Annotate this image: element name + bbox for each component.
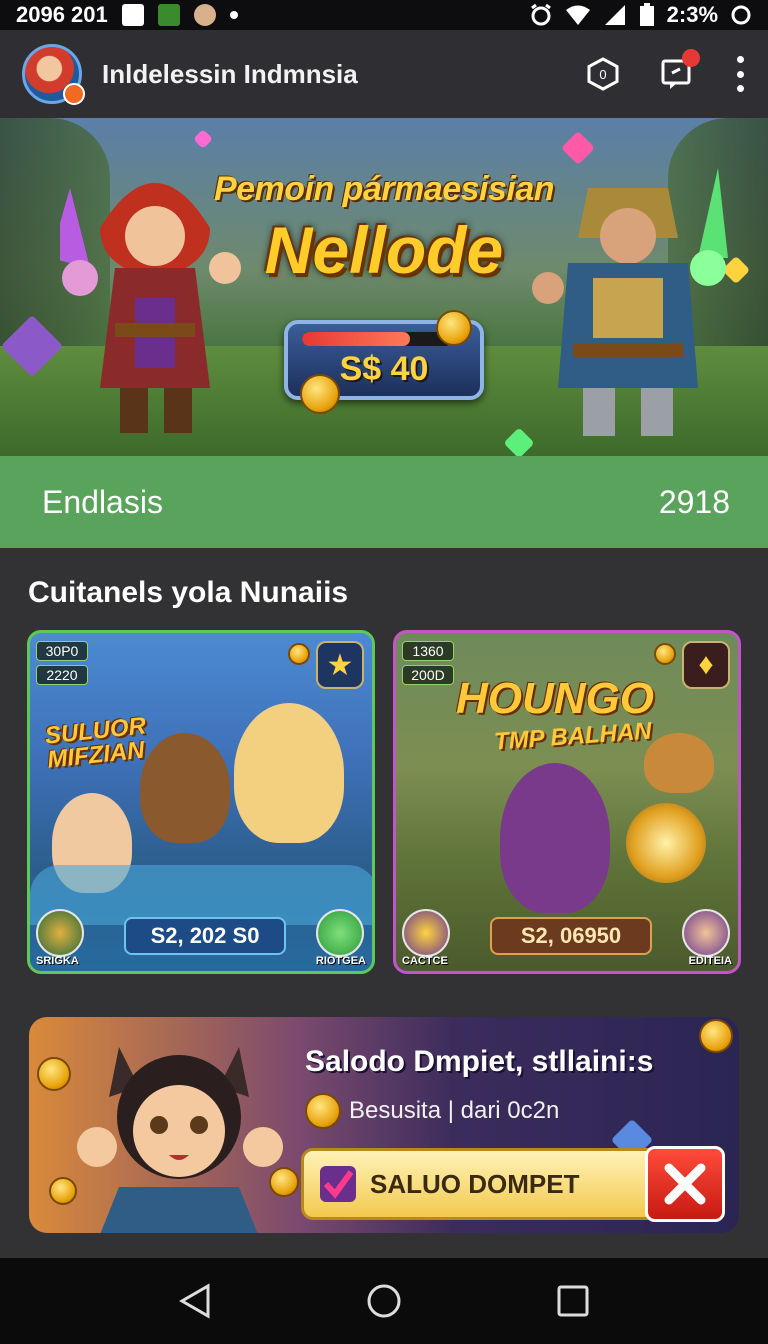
level-badge-icon (63, 83, 85, 105)
app-title: Inldelessin Indmnsia (102, 58, 358, 89)
status-bar: 2096 201 2:3% (0, 0, 768, 30)
more-dot-icon (736, 85, 744, 92)
home-button[interactable] (362, 1279, 406, 1323)
card-price: S2, 06950 (490, 917, 652, 955)
hero-progress-fill (302, 332, 410, 346)
hex-badge-count: 0 (599, 67, 606, 82)
close-icon (664, 1163, 706, 1205)
coin-icon (305, 1093, 341, 1129)
card-price: S2, 202 S0 (124, 917, 286, 955)
alarm-icon (530, 3, 551, 26)
green-hair-figure (234, 703, 344, 843)
status-time-right: 2:3% (666, 2, 718, 27)
game-card[interactable]: 1360 200D ♦ HOUNGO TMP BALHAN S2, 06950 … (393, 630, 741, 974)
card-right-label: RIOTGEA (315, 955, 366, 967)
card-right-label: EDITEIA (688, 955, 732, 967)
character-icon[interactable] (682, 909, 730, 957)
hero-progress-bar (302, 332, 452, 346)
avatar[interactable] (22, 44, 85, 105)
card-tag-top: 1360 (402, 641, 454, 661)
app-bar: Inldelessin Indmnsia 0 (0, 30, 768, 118)
treasure-chest (644, 733, 714, 793)
more-dot-icon (736, 70, 744, 78)
sync-icon (731, 5, 751, 25)
app-icon-a (121, 4, 144, 26)
app-screen: 2096 201 2:3% Inldelessin Indmnsia 0 Pem… (0, 0, 768, 1344)
hero-subtitle: Pemoin pármaesisian (213, 170, 555, 208)
card-tag-bottom: 2220 (36, 665, 88, 685)
home-circle-icon (367, 1284, 401, 1318)
stats-label: Endlasis (42, 483, 163, 520)
notification-dot (682, 49, 700, 67)
wifi-icon (565, 5, 590, 25)
hero-title: Nellode (264, 213, 504, 287)
card-logo: SULUOR MIFZIAN (43, 712, 148, 774)
coin-icon (288, 643, 310, 665)
stats-value: 2918 (658, 483, 730, 520)
coins-icon[interactable] (402, 909, 450, 957)
card-left-label: SRIGKA (36, 955, 79, 967)
checkmark-icon (318, 1164, 358, 1204)
more-dot-icon (736, 56, 744, 63)
face-icon (193, 4, 216, 26)
wallet-button-label: SALUO DOMPET (370, 1168, 580, 1199)
app-icon-b (157, 4, 180, 26)
dot-icon (229, 11, 238, 19)
coin-icon (300, 374, 340, 414)
recents-button[interactable] (551, 1279, 595, 1323)
battery-icon (639, 3, 654, 26)
card-tag-top: 30P0 (36, 641, 88, 661)
signal-icon (604, 5, 625, 25)
explorer-figure (140, 733, 230, 843)
coin-icon (436, 310, 472, 346)
pyramid-icon[interactable] (36, 909, 84, 957)
hex-badge-button[interactable]: 0 (586, 57, 620, 91)
girl-figure (500, 763, 610, 913)
game-card[interactable]: 30P0 2220 ★ SULUOR MIFZIAN S2, 202 S0 SR… (27, 630, 375, 974)
back-button[interactable] (173, 1279, 217, 1323)
card-logo: HOUNGO (456, 674, 654, 723)
wallet-promo-banner[interactable]: Salodo Dmpiet, stllaini:s Besusita | dar… (29, 1017, 739, 1233)
promo-subtitle: Besusita | dari 0c2n (349, 1097, 560, 1124)
star-icon[interactable]: ★ (316, 641, 364, 689)
back-triangle-icon (178, 1283, 210, 1319)
gem-icon (193, 129, 213, 149)
more-menu-button[interactable] (734, 56, 746, 92)
card-left-label: CACTCE (402, 955, 448, 967)
hexagon-icon: 0 (587, 57, 619, 91)
recents-square-icon (557, 1285, 589, 1317)
coin-icon (699, 1019, 733, 1053)
close-button[interactable] (645, 1146, 725, 1222)
treasure-icon[interactable]: ♦ (682, 641, 730, 689)
card-logo-sub: TMP BALHAN (493, 717, 653, 756)
system-nav-bar (0, 1258, 768, 1344)
promo-title: Salodo Dmpiet, stllaini:s (305, 1045, 654, 1078)
check-icon[interactable] (316, 909, 364, 957)
section-title: Cuitanels yola Nunaiis (28, 576, 349, 609)
treasure-barrel (626, 803, 706, 883)
hero-banner[interactable]: Pemoin pármaesisian Nellode S$ 40 (0, 118, 768, 456)
notifications-button[interactable] (660, 49, 700, 91)
coin-icon (654, 643, 676, 665)
card-tag-bottom: 200D (402, 665, 454, 685)
cat-boy-figure (77, 1047, 283, 1233)
status-time-left: 2096 201 (16, 2, 108, 27)
stats-bar: Endlasis 2918 (0, 456, 768, 548)
promo-subtitle-row: Besusita | dari 0c2n (305, 1093, 559, 1129)
